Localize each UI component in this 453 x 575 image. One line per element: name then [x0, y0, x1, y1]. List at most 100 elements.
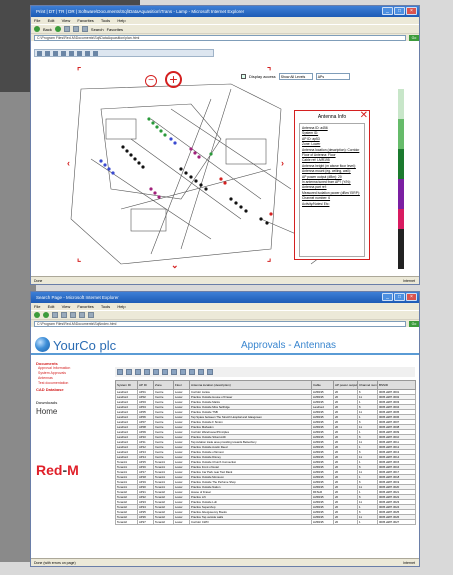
pan-down-right-arrow-icon[interactable]: ⌟ [267, 254, 271, 263]
table-cell: Corridor CWO [189, 519, 312, 525]
pan-right-arrow-icon[interactable]: › [281, 159, 284, 168]
signal-legend-bar [398, 89, 404, 269]
pan-up-left-arrow-icon[interactable]: ⌜ [77, 67, 81, 76]
window-title: Search Page - Microsoft Internet Explore… [36, 295, 119, 300]
address-input[interactable]: C:\Program Files\Red-M\Documents\Sql\ind… [34, 320, 406, 327]
stop-icon[interactable] [63, 26, 70, 32]
pan-down-left-arrow-icon[interactable]: ⌞ [77, 254, 81, 263]
col-header[interactable]: System ID [115, 380, 138, 390]
forward-icon[interactable] [54, 26, 61, 32]
back-label[interactable]: Back [43, 27, 52, 32]
level-select[interactable]: Show All Levels [278, 73, 313, 80]
table-cell: Lower [173, 519, 190, 525]
browser-toolbar: Back Search Favorites [31, 24, 419, 33]
menu-help[interactable]: Help [117, 18, 125, 23]
stop-icon[interactable] [52, 312, 58, 318]
menu-edit[interactable]: Edit [48, 304, 55, 309]
menu-bar: File Edit View Favorites Tools Help [31, 17, 419, 24]
pan-left-arrow-icon[interactable]: ‹ [67, 159, 70, 168]
close-icon[interactable]: ✕ [360, 111, 368, 121]
antenna-info-panel: Antenna Info ✕ Antenna ID: a456 System I… [294, 110, 370, 260]
window-title-bar[interactable]: Print | DT | TR | DR | Software\Document… [31, 6, 419, 17]
search-icon[interactable] [79, 312, 85, 318]
col-header[interactable]: Cable [311, 380, 334, 390]
table-cell: LMR195 [311, 519, 334, 525]
status-bar: Done Internet [31, 276, 419, 284]
close-button[interactable]: × [406, 293, 417, 301]
info-item[interactable]: Activity/Notes/ Etc: [302, 202, 362, 207]
floor-plan-viewer[interactable]: − + ⌜ ⌝ ‹ › ⌞ ⌟ ⌄ Display access Show Al… [31, 49, 419, 277]
table-cell: AP27 [137, 519, 154, 525]
back-icon[interactable] [34, 26, 40, 32]
display-access-label: Display access [249, 74, 276, 79]
save-icon[interactable] [117, 369, 123, 375]
antenna-info-title: Antenna Info [317, 114, 347, 120]
type-select[interactable]: APs [315, 73, 350, 80]
address-bar: C:\Program Files\Red-M\Documents\Sql\ind… [31, 319, 419, 327]
browser-window-map: Print | DT | TR | DR | Software\Document… [30, 5, 420, 285]
window-title-bar[interactable]: Search Page - Microsoft Internet Explore… [31, 292, 419, 303]
sidebar-section-downloads[interactable]: Downloads [31, 400, 111, 405]
sidebar-section-cad[interactable]: CAD Database [31, 387, 111, 392]
help-icon[interactable] [207, 369, 213, 375]
back-icon[interactable] [34, 312, 40, 318]
antennas-table: System ID AP ID Zone Floor Antenna locat… [115, 380, 416, 525]
menu-favorites[interactable]: Favorites [77, 304, 93, 309]
minimize-button[interactable]: _ [382, 293, 393, 301]
menu-view[interactable]: View [62, 304, 71, 309]
undo-icon[interactable] [162, 369, 168, 375]
pan-down-arrow-icon[interactable]: ⌄ [171, 261, 179, 270]
col-header[interactable]: BSSID [377, 380, 416, 390]
sort-descending-icon[interactable] [180, 369, 186, 375]
red-m-logo: Red-M [36, 462, 79, 478]
copy-icon[interactable] [144, 369, 150, 375]
brand-m: M [67, 462, 79, 478]
minimize-button[interactable]: _ [382, 7, 393, 15]
col-header[interactable]: Zone [153, 380, 174, 390]
status-text: Done [34, 279, 43, 283]
menu-help[interactable]: Help [117, 304, 125, 309]
home-icon[interactable] [70, 312, 76, 318]
menu-favorites[interactable]: Favorites [77, 18, 93, 23]
refresh-icon[interactable] [72, 26, 79, 32]
col-header[interactable]: AP power output dBm [333, 380, 358, 390]
menu-tools[interactable]: Tools [101, 304, 110, 309]
refresh-icon[interactable] [61, 312, 67, 318]
col-header[interactable]: AP ID [137, 380, 154, 390]
status-bar: Done (with errors on page) Internet [31, 558, 419, 566]
col-header[interactable]: Antenna location (description) [189, 380, 312, 390]
export-icon[interactable] [198, 369, 204, 375]
paste-icon[interactable] [153, 369, 159, 375]
sort-ascending-icon[interactable] [171, 369, 177, 375]
cut-icon[interactable] [135, 369, 141, 375]
col-header[interactable]: Channel number [357, 380, 378, 390]
address-input[interactable]: C:\Program Files\Red-M\Documents\Sql\Dat… [34, 34, 406, 41]
close-button[interactable]: × [406, 7, 417, 15]
search-button[interactable]: Search [91, 27, 104, 32]
forward-icon[interactable] [43, 312, 49, 318]
menu-file[interactable]: File [34, 18, 40, 23]
home-link[interactable]: Home [31, 407, 111, 416]
menu-file[interactable]: File [34, 304, 40, 309]
zoom-out-button[interactable]: − [145, 75, 157, 87]
display-access-checkbox[interactable] [241, 74, 246, 79]
print-icon[interactable] [126, 369, 132, 375]
filter-icon[interactable] [189, 369, 195, 375]
menu-tools[interactable]: Tools [101, 18, 110, 23]
antenna-info-list: Antenna ID: a456 System ID: AP ID: ap53 … [299, 123, 365, 257]
maximize-button[interactable]: □ [394, 7, 405, 15]
col-header[interactable]: Floor [173, 380, 190, 390]
sidebar-link[interactable]: Test documentation [31, 381, 111, 386]
table-row[interactable]: Tenant2 AP27 Tenant2 Lower Corridor CWO LMR19… [115, 519, 416, 525]
menu-edit[interactable]: Edit [48, 18, 55, 23]
maximize-button[interactable]: □ [394, 293, 405, 301]
home-icon[interactable] [81, 26, 88, 32]
favorites-button[interactable]: Favorites [107, 27, 123, 32]
browser-window-approvals: Search Page - Microsoft Internet Explore… [30, 291, 420, 567]
zoom-in-button[interactable]: + [165, 71, 182, 88]
favorites-icon[interactable] [88, 312, 94, 318]
go-button[interactable]: Go [409, 320, 419, 327]
go-button[interactable]: Go [409, 34, 419, 41]
table-cell: Tenant2 [115, 519, 138, 525]
menu-view[interactable]: View [62, 18, 71, 23]
